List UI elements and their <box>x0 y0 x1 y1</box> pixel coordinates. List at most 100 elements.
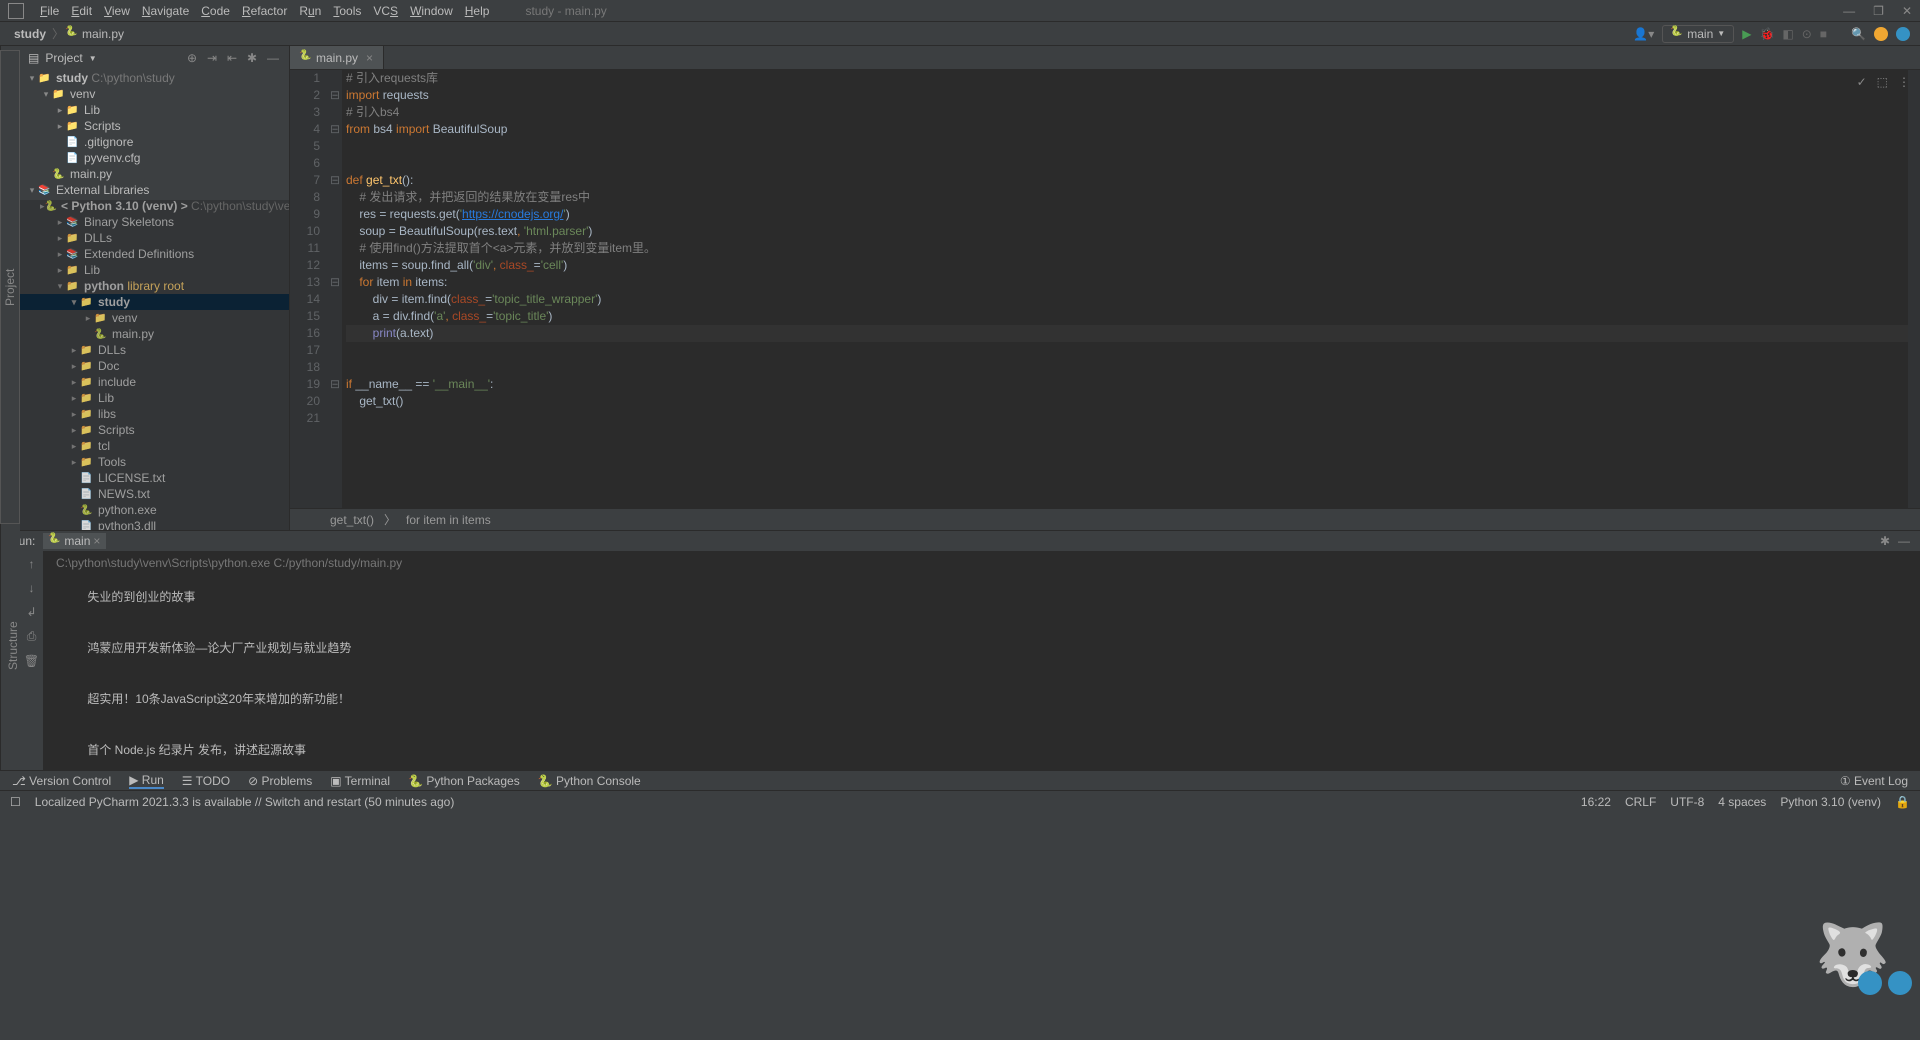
menu-run[interactable]: Run <box>293 4 327 18</box>
tree-item[interactable]: 📄.gitignore <box>20 134 289 150</box>
fold-gutter[interactable]: ⊟ ⊟ ⊟ ⊟ ⊟ <box>330 70 342 508</box>
tree-item[interactable]: ▸📚Binary Skeletons <box>20 214 289 230</box>
scroll-down-icon[interactable]: ↓ <box>29 581 35 595</box>
minimize-icon[interactable]: — <box>1843 4 1855 18</box>
tree-item[interactable]: ▸📁Lib <box>20 262 289 278</box>
tree-item[interactable]: ▾📁study <box>20 294 289 310</box>
breadcrumb-project[interactable]: study <box>10 27 50 41</box>
ide-update-icon[interactable] <box>1874 27 1888 41</box>
run-tab-name[interactable]: main <box>64 534 90 548</box>
menu-window[interactable]: Window <box>404 4 459 18</box>
editor[interactable]: 123456789101112131415161718192021 ⊟ ⊟ ⊟ … <box>290 70 1920 508</box>
editor-scrollbar[interactable] <box>1908 70 1920 508</box>
maximize-icon[interactable]: ❐ <box>1873 4 1884 18</box>
tool-terminal[interactable]: ▣ Terminal <box>330 774 390 788</box>
run-hide-icon[interactable]: — <box>1898 534 1910 548</box>
tree-item[interactable]: ▸📁Scripts <box>20 422 289 438</box>
status-indent[interactable]: 4 spaces <box>1718 795 1766 809</box>
tree-item[interactable]: 📄pyvenv.cfg <box>20 150 289 166</box>
status-encoding[interactable]: UTF-8 <box>1670 795 1704 809</box>
user-icon[interactable]: 👤▾ <box>1633 27 1654 41</box>
sidebar-tab-project[interactable]: Project <box>0 50 20 524</box>
tree-item[interactable]: ▸📁DLLs <box>20 230 289 246</box>
tree-item[interactable]: 🐍main.py <box>20 326 289 342</box>
tree-item[interactable]: 🐍python.exe <box>20 502 289 518</box>
editor-tab-main[interactable]: main.py × <box>290 46 384 69</box>
tree-item[interactable]: 🐍main.py <box>20 166 289 182</box>
tree-item[interactable]: ▾📁python library root <box>20 278 289 294</box>
tree-item[interactable]: ▸📁DLLs <box>20 342 289 358</box>
ide-settings-icon[interactable] <box>1896 27 1910 41</box>
menu-edit[interactable]: Edit <box>65 4 98 18</box>
project-tree[interactable]: ▾📁study C:\python\study▾📁venv▸📁Lib▸📁Scri… <box>20 70 289 530</box>
more-icon[interactable]: ⋮ <box>1898 74 1910 91</box>
floating-badge-1[interactable] <box>1858 971 1882 995</box>
menu-code[interactable]: Code <box>195 4 236 18</box>
tree-item[interactable]: ▸📁Lib <box>20 102 289 118</box>
tree-item[interactable]: ▸📁include <box>20 374 289 390</box>
inspection-icon[interactable]: ✓ <box>1857 74 1867 91</box>
reader-mode-icon[interactable]: ⬚ <box>1877 74 1888 91</box>
tree-item[interactable]: ▾📚External Libraries <box>20 182 289 198</box>
tree-item[interactable]: ▸📁Scripts <box>20 118 289 134</box>
tree-item[interactable]: 📄LICENSE.txt <box>20 470 289 486</box>
menu-view[interactable]: View <box>98 4 136 18</box>
profile-icon[interactable]: ⊙ <box>1802 27 1812 41</box>
tree-item[interactable]: 📄python3.dll <box>20 518 289 530</box>
status-message[interactable]: Localized PyCharm 2021.3.3 is available … <box>35 795 455 809</box>
tool-python-console[interactable]: 🐍 Python Console <box>538 774 641 788</box>
search-icon[interactable]: 🔍 <box>1851 27 1866 41</box>
tool-event-log[interactable]: ① Event Log <box>1840 774 1908 788</box>
menu-vcs[interactable]: VCS <box>367 4 404 18</box>
menu-file[interactable]: File <box>34 4 65 18</box>
stop-icon[interactable]: ■ <box>1820 27 1827 41</box>
tool-problems[interactable]: ⊘ Problems <box>248 774 312 788</box>
tree-item[interactable]: ▾📁study C:\python\study <box>20 70 289 86</box>
breadcrumb-file[interactable]: main.py <box>78 27 128 41</box>
soft-wrap-icon[interactable]: ↲ <box>26 605 36 619</box>
status-notification-icon[interactable]: ☐ <box>10 795 21 809</box>
clear-icon[interactable]: 🗑 <box>24 654 39 668</box>
tree-item[interactable]: ▸🐍< Python 3.10 (venv) > C:\python\study… <box>20 198 289 214</box>
run-icon[interactable]: ▶ <box>1742 27 1751 41</box>
coverage-icon[interactable]: ◧ <box>1782 27 1793 41</box>
scroll-up-icon[interactable]: ↑ <box>29 557 35 571</box>
menu-navigate[interactable]: Navigate <box>136 4 195 18</box>
status-position[interactable]: 16:22 <box>1581 795 1611 809</box>
tree-item[interactable]: ▸📁Lib <box>20 390 289 406</box>
editor-breadcrumb[interactable]: get_txt() 〉 for item in items <box>290 508 1920 530</box>
tool-version-control[interactable]: ⎇ Version Control <box>12 774 111 788</box>
floating-badge-2[interactable] <box>1888 971 1912 995</box>
crumb-loop[interactable]: for item in items <box>406 513 491 527</box>
tree-item[interactable]: ▸📁tcl <box>20 438 289 454</box>
tool-python-packages[interactable]: 🐍 Python Packages <box>408 774 520 788</box>
close-run-tab-icon[interactable]: × <box>93 534 100 548</box>
settings-icon[interactable]: ✱ <box>247 51 261 65</box>
tree-item[interactable]: ▸📁Tools <box>20 454 289 470</box>
tree-item[interactable]: ▸📁venv <box>20 310 289 326</box>
hide-icon[interactable]: — <box>267 51 281 65</box>
run-settings-icon[interactable]: ✱ <box>1880 534 1890 548</box>
tree-item[interactable]: ▸📁Doc <box>20 358 289 374</box>
status-line-sep[interactable]: CRLF <box>1625 795 1656 809</box>
run-configuration-selector[interactable]: main ▼ <box>1662 25 1734 43</box>
run-console-output[interactable]: C:\python\study\venv\Scripts\python.exe … <box>44 551 1920 770</box>
locate-icon[interactable]: ⊕ <box>187 51 201 65</box>
close-tab-icon[interactable]: × <box>366 51 373 65</box>
tree-item[interactable]: ▾📁venv <box>20 86 289 102</box>
code-area[interactable]: # 引入requests库import requests# 引入bs4from … <box>342 70 1908 508</box>
sidebar-tab-structure[interactable]: Structure <box>6 530 20 762</box>
tree-item[interactable]: ▸📚Extended Definitions <box>20 246 289 262</box>
tree-item[interactable]: ▸📁libs <box>20 406 289 422</box>
print-icon[interactable]: ⎙ <box>27 629 37 644</box>
close-icon[interactable]: ✕ <box>1902 4 1912 18</box>
expand-all-icon[interactable]: ⇥ <box>207 51 221 65</box>
menu-help[interactable]: Help <box>459 4 496 18</box>
tree-item[interactable]: 📄NEWS.txt <box>20 486 289 502</box>
debug-icon[interactable]: 🐞 <box>1759 27 1774 41</box>
tool-run[interactable]: ▶ Run <box>129 773 164 789</box>
left-tool-stripe[interactable]: Project <box>0 46 20 530</box>
status-lock-icon[interactable]: 🔒 <box>1895 795 1910 809</box>
menu-tools[interactable]: Tools <box>327 4 367 18</box>
status-interpreter[interactable]: Python 3.10 (venv) <box>1780 795 1881 809</box>
